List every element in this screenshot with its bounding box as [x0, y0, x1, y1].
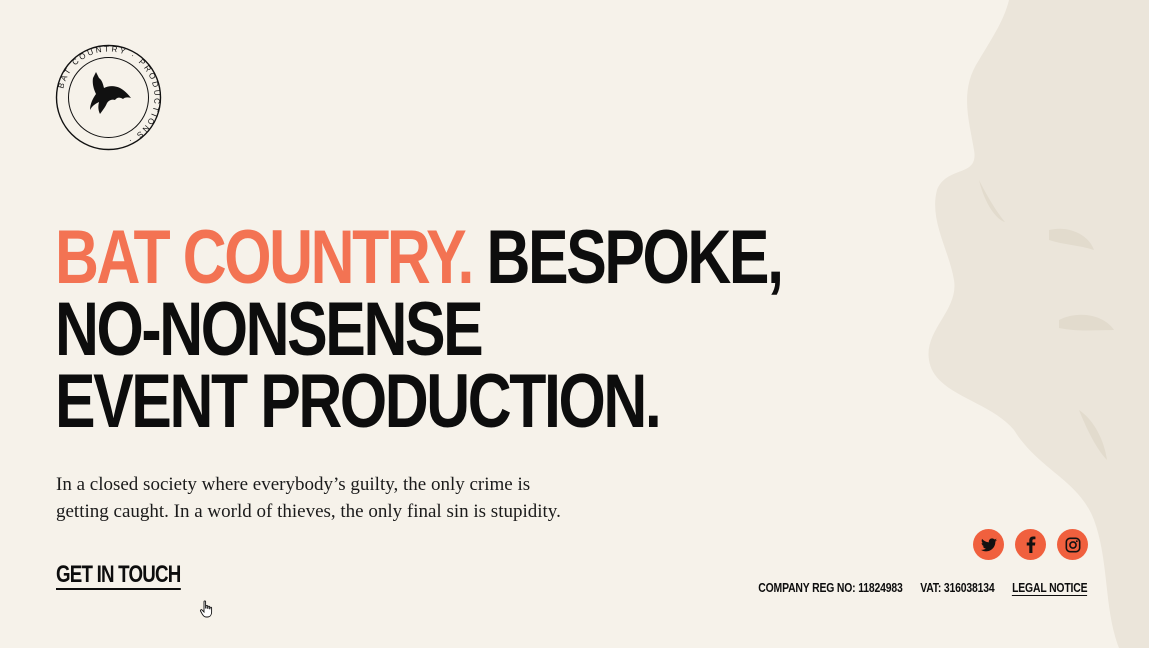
headline-line-2: NO-NONSENSE: [55, 287, 484, 372]
twitter-icon: [980, 537, 997, 551]
lede-line-2: getting caught. In a world of thieves, t…: [56, 501, 561, 522]
twitter-button[interactable]: [973, 529, 1004, 560]
instagram-icon: [1065, 537, 1080, 552]
instagram-button[interactable]: [1057, 529, 1088, 560]
hand-cursor-icon: [199, 600, 213, 618]
bat-icon: [90, 72, 131, 114]
get-in-touch-link[interactable]: GET IN TOUCH: [56, 562, 181, 590]
headline-line-1: BAT COUNTRY. BESPOKE,: [55, 220, 784, 296]
lede-line-1: In a closed society where everybody’s gu…: [56, 474, 531, 495]
hero-lede: In a closed society where everybody’s gu…: [56, 471, 616, 525]
footer-meta: COMPANY REG NO: 11824983 VAT: 316038134 …: [740, 580, 1087, 596]
headline-line-3: EVENT PRODUCTION.: [55, 359, 662, 444]
legal-notice-link[interactable]: LEGAL NOTICE: [1011, 580, 1087, 596]
brand-logo[interactable]: BAT COUNTRY · PRODUCTIONS ·: [55, 44, 162, 151]
social-links: [973, 529, 1088, 560]
vat-number: VAT: 316038134: [919, 580, 995, 595]
facebook-icon: [1026, 536, 1035, 553]
facebook-button[interactable]: [1015, 529, 1046, 560]
company-reg-number: COMPANY REG NO: 11824983: [757, 580, 903, 595]
hero-headline: BAT COUNTRY. BESPOKE, NO-NONSENSE EVENT …: [55, 220, 784, 444]
headline-line-1-rest: BESPOKE,: [472, 215, 784, 300]
